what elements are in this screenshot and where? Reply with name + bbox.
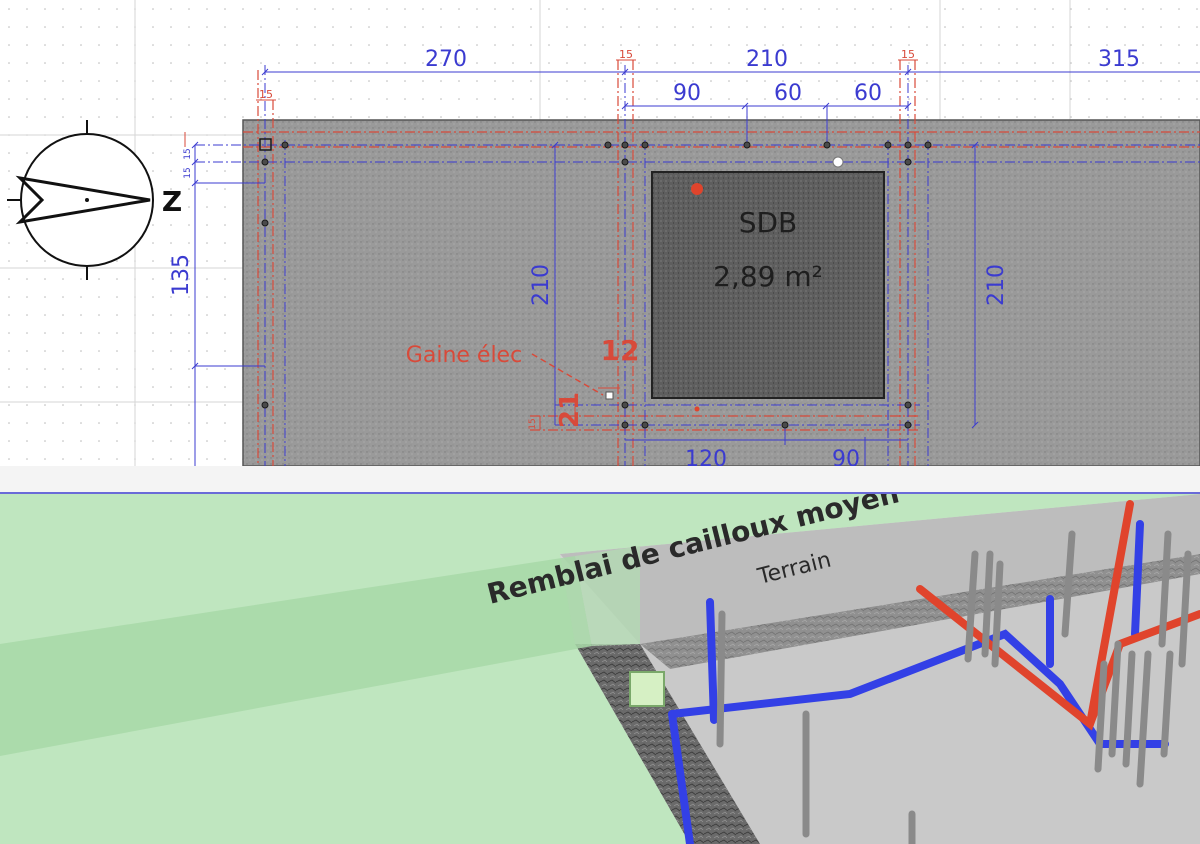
dim-210-top: 210 (746, 47, 788, 72)
dim-15-v1: 15 (183, 148, 193, 159)
junction-box[interactable] (629, 671, 665, 707)
dim-90: 90 (673, 81, 701, 106)
dim-15-a: 15 (259, 88, 273, 101)
view-divider[interactable] (0, 466, 1200, 494)
gaine-marker[interactable] (605, 391, 614, 400)
plan-canvas[interactable]: Z 270 210 315 90 60 60 135 210 210 120 9… (0, 0, 1200, 466)
dim-12: 12 (601, 334, 640, 367)
supply-marker[interactable] (691, 183, 703, 195)
drain-marker[interactable] (832, 156, 844, 168)
gaine-elec-label: Gaine élec (406, 343, 522, 368)
room-name: SDB (739, 206, 798, 239)
dim-15-v2: 15 (183, 167, 193, 178)
dim-21: 21 (555, 392, 585, 428)
dim-135: 135 (169, 254, 194, 296)
room-area: 2,89 m² (713, 260, 823, 293)
dim-270: 270 (425, 47, 467, 72)
dim-60-a: 60 (774, 81, 802, 106)
dim-90-bottom: 90 (832, 447, 860, 466)
view-3d[interactable]: Remblai de cailloux moyen Terrain (0, 494, 1200, 844)
supply-marker-small (694, 406, 700, 412)
dim-15-b: 15 (619, 48, 633, 61)
plan-view[interactable]: Z 270 210 315 90 60 60 135 210 210 120 9… (0, 0, 1200, 466)
compass-letter: Z (162, 185, 182, 218)
dim-210-left: 210 (529, 264, 554, 306)
dim-15-c: 15 (901, 48, 915, 61)
dim-315: 315 (1098, 47, 1140, 72)
dim-60-b: 60 (854, 81, 882, 106)
dim-15-small: 15 (528, 418, 538, 429)
dim-120: 120 (685, 447, 727, 466)
dim-210-right: 210 (984, 264, 1009, 306)
view-3d-canvas[interactable]: Remblai de cailloux moyen Terrain (0, 494, 1200, 844)
